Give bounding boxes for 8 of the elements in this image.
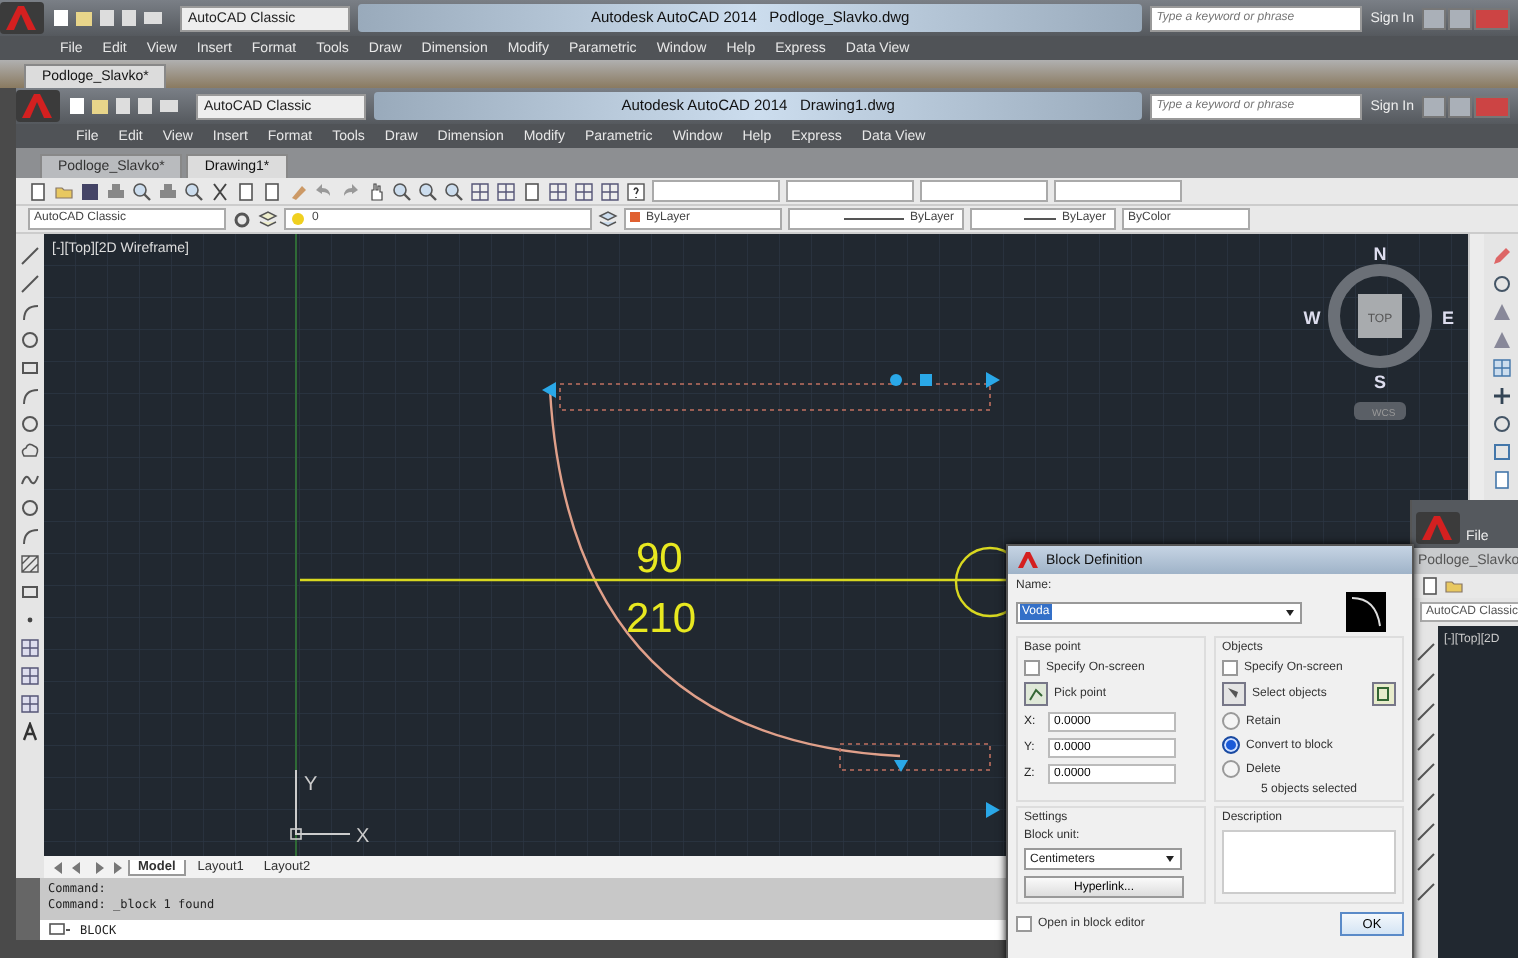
dimension-text: 210 [626,596,697,642]
compass-label: W [1303,308,1321,328]
dimension-text: 90 [636,536,683,582]
compass-label: S [1374,372,1386,392]
compass-label: E [1442,308,1454,328]
compass-label: N [1373,244,1387,264]
axis-label: X [356,826,370,848]
axis-label: Y [304,774,318,796]
